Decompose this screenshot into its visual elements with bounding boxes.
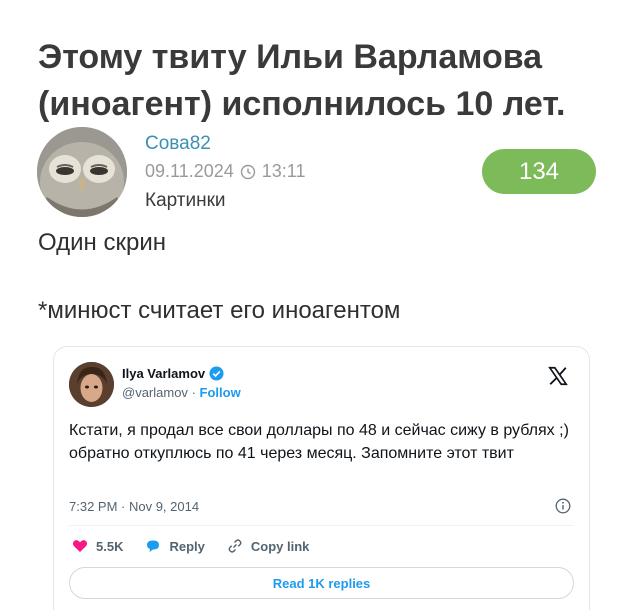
read-replies-button[interactable]: Read 1K replies	[69, 567, 574, 599]
owl-avatar-image	[37, 127, 127, 217]
embedded-tweet: Ilya Varlamov @varlamov · Follow Кстати,…	[53, 346, 590, 610]
author-link[interactable]: Сова82	[145, 133, 211, 155]
tweet-author-name-text: Ilya Varlamov	[122, 366, 206, 381]
heart-icon	[72, 540, 88, 552]
x-logo-icon[interactable]	[547, 365, 569, 387]
owl-avatar[interactable]	[37, 127, 127, 217]
copy-link-button[interactable]: Copy link	[227, 538, 310, 554]
post-body-line: Один скрин	[38, 229, 166, 256]
post-time: 13:11	[261, 161, 306, 181]
like-button[interactable]: 5.5K	[72, 538, 123, 554]
tweet-actions: 5.5K Reply Copy link	[72, 538, 309, 554]
reply-button[interactable]: Reply	[145, 538, 205, 554]
follow-link[interactable]: Follow	[200, 385, 241, 400]
copy-link-label: Copy link	[250, 538, 310, 554]
post-title: Этому твиту Ильи Варламова (иноагент) ис…	[38, 38, 566, 123]
reply-bubble-icon	[147, 540, 160, 552]
post-body-line: *минюст считает его иноагентом	[38, 297, 401, 324]
tweet-divider	[69, 525, 574, 526]
reply-label: Reply	[169, 538, 205, 554]
tweet-avatar-image	[69, 362, 114, 407]
clock-icon	[240, 164, 255, 179]
link-icon	[228, 539, 242, 553]
info-icon[interactable]	[555, 498, 571, 514]
tweet-handle-line: @varlamov · Follow	[122, 385, 241, 400]
tweet-author-avatar[interactable]	[69, 362, 114, 407]
post-category[interactable]: Картинки	[145, 190, 226, 212]
rating-badge[interactable]: 134	[482, 149, 596, 194]
post-meta: 09.11.2024 13:11	[145, 161, 305, 182]
tweet-author-name[interactable]: Ilya Varlamov	[122, 366, 224, 381]
tweet-handle[interactable]: @varlamov	[122, 385, 188, 400]
tweet-text: Кстати, я продал все свои доллары по 48 …	[69, 422, 569, 462]
tweet-timestamp[interactable]: 7:32 PM · Nov 9, 2014	[69, 499, 199, 514]
tweet-separator: ·	[191, 385, 196, 400]
verified-badge-icon	[209, 366, 224, 381]
post-date: 09.11.2024	[145, 161, 234, 181]
like-count: 5.5K	[96, 538, 124, 554]
